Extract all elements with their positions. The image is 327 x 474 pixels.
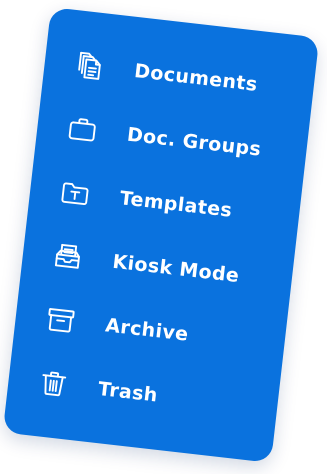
kiosk-tray-icon (49, 239, 86, 275)
menu-item-label: Archive (104, 314, 190, 346)
stage: Documents Doc. Groups Templates Kiosk Mo… (0, 0, 327, 474)
archive-box-icon (42, 302, 79, 338)
navigation-menu: Documents Doc. Groups Templates Kiosk Mo… (3, 7, 320, 463)
trash-icon (35, 366, 72, 402)
template-folder-icon (56, 175, 93, 211)
menu-item-label: Kiosk Mode (111, 250, 241, 288)
documents-icon (71, 48, 108, 84)
menu-item-label: Documents (133, 60, 259, 96)
briefcase-icon (64, 112, 101, 148)
menu-item-label: Doc. Groups (125, 123, 263, 161)
menu-item-label: Templates (118, 187, 234, 222)
navigation-menu-card: Documents Doc. Groups Templates Kiosk Mo… (2, 7, 320, 463)
menu-item-label: Trash (96, 377, 159, 407)
